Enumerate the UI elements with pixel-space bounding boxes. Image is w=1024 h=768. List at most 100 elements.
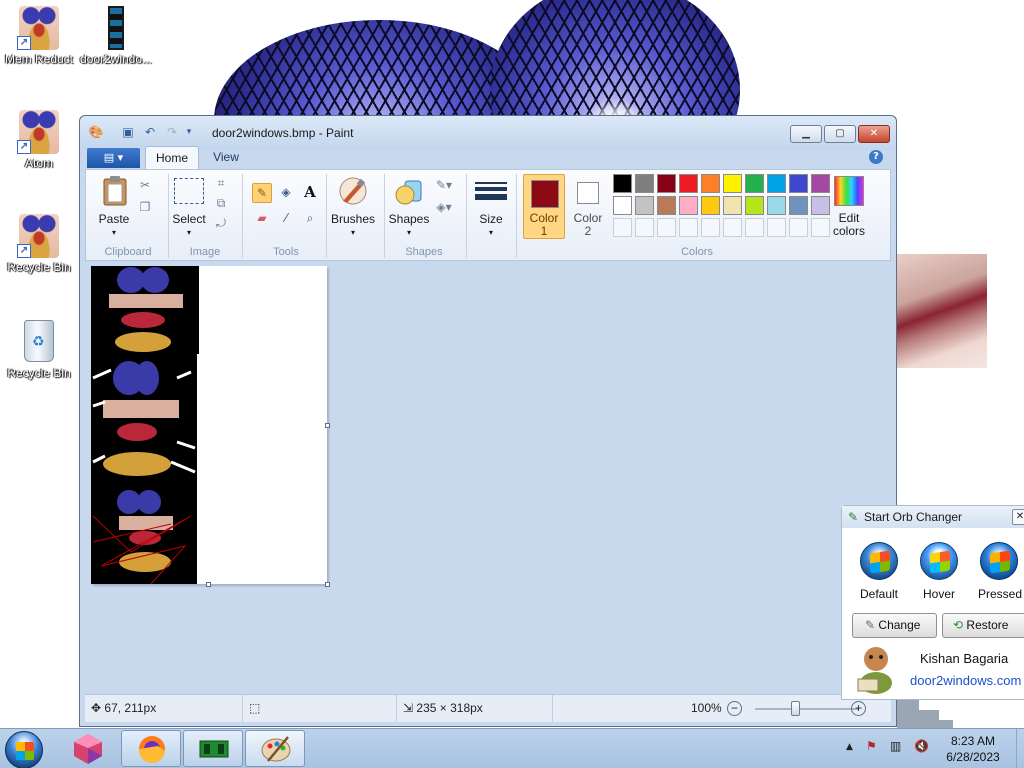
palette-custom-slot[interactable] bbox=[723, 218, 742, 237]
size-dropdown-icon[interactable]: ▾ bbox=[483, 228, 499, 237]
pencil-icon[interactable]: ✎ bbox=[252, 183, 272, 203]
taskbar-clock[interactable]: 8:23 AM 6/28/2023 bbox=[934, 733, 1012, 765]
volume-muted-icon[interactable]: 🔇 bbox=[914, 739, 929, 753]
outline-icon[interactable]: ✎▾ bbox=[432, 176, 456, 194]
save-icon[interactable]: ▣ bbox=[120, 124, 136, 140]
desktop-icon-mem-reduct[interactable]: ↗ Mem Reduct bbox=[2, 6, 76, 66]
quick-access-dropdown-icon[interactable]: ▾ bbox=[184, 124, 194, 140]
shapes-icon[interactable] bbox=[392, 174, 426, 208]
cut-icon[interactable]: ✂ bbox=[136, 176, 154, 194]
redo-icon[interactable]: ↷ bbox=[164, 124, 180, 140]
select-dropdown-icon[interactable]: ▾ bbox=[181, 228, 197, 237]
palette-custom-slot[interactable] bbox=[635, 218, 654, 237]
fill-shape-icon[interactable]: ◈▾ bbox=[432, 198, 456, 216]
fill-icon[interactable]: ◈ bbox=[276, 183, 296, 203]
palette-color-swatch[interactable] bbox=[679, 174, 698, 193]
title-bar[interactable]: 🎨 ▣ ↶ ↷ ▾ door2windows.bmp - Paint ▁ ▢ ✕ bbox=[80, 116, 896, 150]
zoom-slider-thumb[interactable] bbox=[791, 701, 800, 716]
show-desktop-button[interactable] bbox=[1016, 729, 1024, 768]
palette-color-swatch[interactable] bbox=[723, 174, 742, 193]
taskbar-app-gem[interactable] bbox=[58, 730, 118, 767]
orb-changer-close-button[interactable]: ✕ bbox=[1012, 509, 1024, 525]
palette-custom-slot[interactable] bbox=[701, 218, 720, 237]
tab-home[interactable]: Home bbox=[145, 146, 199, 169]
taskbar-app-firefox[interactable] bbox=[121, 730, 181, 767]
magnifier-icon[interactable]: ⌕ bbox=[300, 209, 320, 229]
paste-dropdown-icon[interactable]: ▾ bbox=[106, 228, 122, 237]
drawing-canvas[interactable] bbox=[91, 266, 327, 584]
network-icon[interactable]: ▥ bbox=[890, 739, 901, 753]
eraser-icon[interactable]: ▰ bbox=[252, 209, 272, 229]
palette-color-swatch[interactable] bbox=[613, 196, 632, 215]
palette-color-swatch[interactable] bbox=[701, 196, 720, 215]
palette-color-swatch[interactable] bbox=[745, 196, 764, 215]
minimize-button[interactable]: ▁ bbox=[790, 125, 822, 143]
author-website-link[interactable]: door2windows.com bbox=[910, 673, 1021, 688]
help-icon[interactable]: ? bbox=[869, 150, 883, 164]
start-button[interactable] bbox=[5, 731, 43, 768]
palette-color-swatch[interactable] bbox=[657, 196, 676, 215]
edit-colors-icon[interactable] bbox=[834, 176, 864, 206]
restore-button[interactable]: ⟲ Restore bbox=[942, 613, 1024, 638]
orb-changer-title-bar[interactable]: ✎ Start Orb Changer ✕ bbox=[842, 506, 1024, 528]
size-button[interactable]: Size bbox=[472, 212, 510, 226]
desktop-icon-recycle-bin[interactable]: Recycle Bin bbox=[2, 320, 76, 380]
close-button[interactable]: ✕ bbox=[858, 125, 890, 143]
palette-custom-slot[interactable] bbox=[767, 218, 786, 237]
crop-icon[interactable]: ⌗ bbox=[212, 174, 230, 192]
brushes-icon[interactable] bbox=[336, 174, 370, 208]
tab-view[interactable]: View bbox=[203, 146, 249, 169]
palette-custom-slot[interactable] bbox=[657, 218, 676, 237]
color2-label[interactable]: Color 2 bbox=[567, 212, 609, 238]
palette-color-swatch[interactable] bbox=[635, 196, 654, 215]
desktop-icon-recycle-bin-shortcut[interactable]: ↗ Recycle Bin bbox=[2, 214, 76, 274]
palette-custom-slot[interactable] bbox=[613, 218, 632, 237]
rotate-icon[interactable]: ⤾ bbox=[212, 214, 230, 232]
select-icon[interactable] bbox=[174, 178, 204, 204]
palette-color-swatch[interactable] bbox=[811, 174, 830, 193]
paint-app-icon[interactable]: 🎨 bbox=[88, 124, 104, 140]
copy-icon[interactable]: ❐ bbox=[136, 198, 154, 216]
text-icon[interactable]: A bbox=[300, 183, 320, 203]
palette-color-swatch[interactable] bbox=[679, 196, 698, 215]
default-orb-icon[interactable] bbox=[860, 542, 898, 580]
zoom-out-button[interactable]: − bbox=[727, 701, 742, 716]
palette-custom-slot[interactable] bbox=[789, 218, 808, 237]
resize-handle-right[interactable] bbox=[325, 423, 330, 428]
resize-handle-corner[interactable] bbox=[325, 582, 330, 587]
shapes-button[interactable]: Shapes bbox=[386, 212, 432, 226]
palette-color-swatch[interactable] bbox=[657, 174, 676, 193]
palette-color-swatch[interactable] bbox=[767, 196, 786, 215]
change-button[interactable]: ✎ Change bbox=[852, 613, 937, 638]
select-button[interactable]: Select bbox=[170, 212, 208, 226]
taskbar-app-paint[interactable] bbox=[245, 730, 305, 767]
palette-color-swatch[interactable] bbox=[723, 196, 742, 215]
palette-color-swatch[interactable] bbox=[789, 196, 808, 215]
zoom-in-button[interactable]: + bbox=[851, 701, 866, 716]
paste-icon[interactable] bbox=[100, 174, 130, 208]
palette-color-swatch[interactable] bbox=[767, 174, 786, 193]
color2-swatch[interactable] bbox=[577, 182, 599, 204]
undo-icon[interactable]: ↶ bbox=[142, 124, 158, 140]
palette-color-swatch[interactable] bbox=[789, 174, 808, 193]
palette-color-swatch[interactable] bbox=[745, 174, 764, 193]
edit-colors-button[interactable]: Edit colors bbox=[826, 212, 872, 238]
resize-icon[interactable]: ⧉ bbox=[212, 194, 230, 212]
resize-handle-bottom[interactable] bbox=[206, 582, 211, 587]
taskbar-app-memory[interactable] bbox=[183, 730, 243, 767]
color-picker-icon[interactable]: ⁄ bbox=[276, 209, 296, 229]
hover-orb-icon[interactable] bbox=[920, 542, 958, 580]
show-hidden-icons-button[interactable]: ▲ bbox=[846, 742, 853, 752]
application-menu-button[interactable]: ▤ ▾ bbox=[87, 148, 140, 168]
brushes-button[interactable]: Brushes bbox=[330, 212, 376, 226]
shapes-dropdown-icon[interactable]: ▾ bbox=[401, 228, 417, 237]
desktop-icon-door2windows[interactable]: door2windo... bbox=[79, 6, 153, 66]
palette-custom-slot[interactable] bbox=[745, 218, 764, 237]
desktop-icon-atom[interactable]: ↗ Atom bbox=[2, 110, 76, 170]
action-center-flag-icon[interactable]: ⚑ bbox=[866, 739, 877, 753]
palette-color-swatch[interactable] bbox=[613, 174, 632, 193]
pressed-orb-icon[interactable] bbox=[980, 542, 1018, 580]
palette-custom-slot[interactable] bbox=[679, 218, 698, 237]
brushes-dropdown-icon[interactable]: ▾ bbox=[345, 228, 361, 237]
palette-color-swatch[interactable] bbox=[635, 174, 654, 193]
